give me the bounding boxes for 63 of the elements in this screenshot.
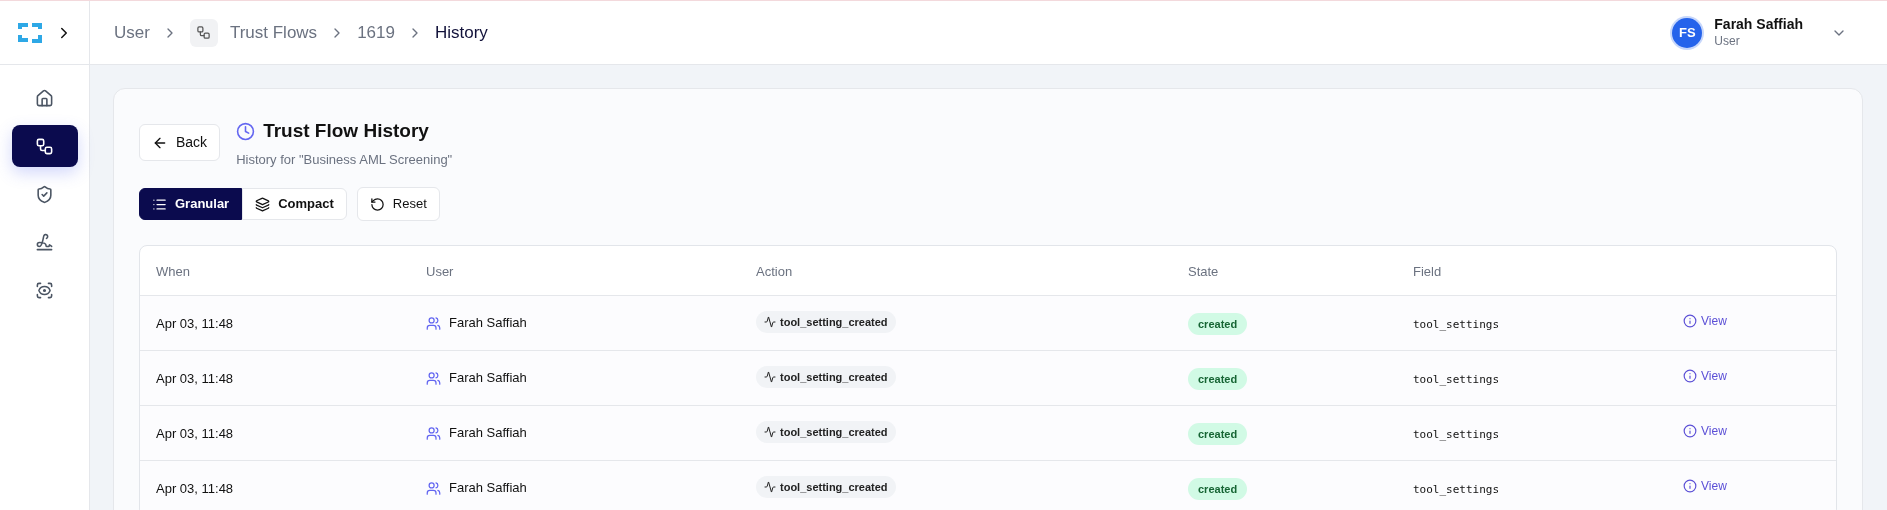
view-link[interactable]: View (1683, 312, 1727, 330)
info-icon (1683, 479, 1697, 493)
view-link[interactable]: View (1683, 477, 1727, 495)
column-header: Field (1413, 263, 1442, 279)
info-icon (1683, 424, 1697, 438)
breadcrumb-link[interactable]: Trust Flows (229, 19, 318, 46)
activity-icon (764, 316, 776, 329)
info-icon (1683, 369, 1697, 383)
info-icon (1683, 314, 1697, 328)
state-badge: created (1188, 477, 1248, 501)
activity-icon (764, 481, 776, 494)
page-subtitle: History for "Business AML Screening" (236, 150, 453, 169)
layers-icon (255, 196, 271, 212)
table-cell: tool_settings (1413, 318, 1500, 331)
view-mode-tab[interactable]: Granular (139, 188, 243, 220)
users-icon (426, 370, 441, 386)
breadcrumb-link[interactable]: User (114, 19, 150, 46)
home-icon (35, 88, 54, 108)
view-link[interactable]: View (1683, 422, 1727, 440)
column-header: When (156, 263, 190, 279)
users-icon (426, 315, 441, 331)
table-cell: Apr 03, 11:48 (156, 316, 234, 331)
activity-icon (764, 426, 776, 439)
table-cell-text: Farah Saffiah (449, 369, 527, 388)
signature-icon (35, 232, 54, 252)
table-cell-text: Farah Saffiah (449, 479, 527, 498)
back-button[interactable]: Back (139, 124, 221, 161)
column-header: State (1188, 263, 1219, 279)
table-cell: Apr 03, 11:48 (156, 371, 234, 386)
table-cell: tool_settings (1413, 483, 1500, 496)
column-header: Action (756, 263, 793, 279)
state-badge: created (1188, 367, 1248, 391)
page-title: Trust Flow History (263, 119, 429, 143)
action-badge: tool_setting_created (756, 420, 896, 444)
table-cell-text: Farah Saffiah (449, 314, 527, 333)
table-cell: Apr 03, 11:48 (156, 426, 234, 441)
table-cell-text: Farah Saffiah (449, 424, 527, 443)
view-link[interactable]: View (1683, 367, 1727, 385)
users-icon (426, 425, 441, 441)
user-role: User (1714, 33, 1741, 49)
reset-icon (369, 196, 385, 212)
table-cell: tool_settings (1413, 428, 1500, 441)
reset-button[interactable]: Reset (356, 187, 440, 221)
user-name: Farah Saffiah (1714, 16, 1803, 34)
flow-icon (35, 136, 54, 156)
action-badge: tool_setting_created (756, 475, 896, 499)
state-badge: created (1188, 422, 1248, 446)
breadcrumb-link[interactable]: 1619 (357, 19, 395, 46)
users-icon (426, 480, 441, 496)
clock-icon (236, 121, 256, 141)
activity-icon (764, 371, 776, 384)
table-cell: Apr 03, 11:48 (156, 481, 234, 496)
list-icon (152, 196, 167, 212)
shield-icon (35, 184, 54, 204)
action-badge: tool_setting_created (756, 365, 896, 389)
column-header: User (426, 263, 454, 279)
eye-icon (35, 280, 54, 300)
table-cell: tool_settings (1413, 373, 1500, 386)
user-avatar[interactable]: FS (1672, 17, 1703, 48)
view-mode-tab[interactable]: Compact (242, 188, 347, 220)
action-badge: tool_setting_created (756, 310, 896, 334)
sidebar-item[interactable] (11, 125, 78, 167)
state-badge: created (1188, 312, 1248, 336)
